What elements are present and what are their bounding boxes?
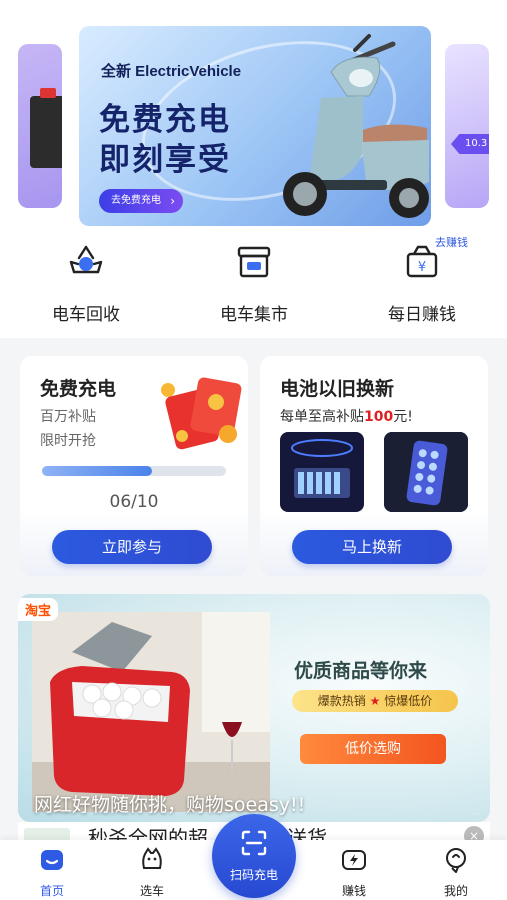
profile-icon — [446, 848, 466, 873]
scan-label: 扫码充电 — [229, 868, 278, 882]
ad-buy-button[interactable]: 低价选购 — [300, 734, 446, 764]
scan-charge-button[interactable]: 扫码充电 — [212, 814, 296, 898]
banner-next-tag: 10.3 — [451, 134, 489, 154]
free-charge-card[interactable]: 免费充电 百万补贴 限时开抢 06/10 立即参与 — [20, 356, 248, 576]
card-subtitle: 百万补贴 — [40, 409, 96, 425]
banner-headline-2: 即刻享受 — [99, 142, 231, 178]
entry-ev-recycle[interactable]: 电车回收 — [26, 242, 146, 325]
battery-product-image — [280, 432, 364, 512]
ad-pill-right: 惊爆低价 — [384, 694, 433, 708]
tab-label: 赚钱 — [341, 884, 366, 898]
ad-source-badge: 淘宝 — [18, 598, 59, 621]
ad-overlay-text: 网红好物随你挑，购物soeasy!! — [34, 794, 306, 816]
lightning-wallet-icon — [342, 850, 366, 870]
battery-trade-in-card[interactable]: 电池以旧换新 每单至高补贴100元! 马上换新 — [260, 356, 488, 576]
ice-maker-image — [32, 612, 270, 812]
banner-main-card[interactable]: 全新 ElectricVehicle 免费充电 即刻享受 去免费充电 — [79, 26, 431, 226]
card-title: 电池以旧换新 — [280, 378, 395, 400]
card-subtitle: 每单至高补贴100元! — [280, 406, 413, 426]
progress-text: 06/10 — [109, 492, 159, 512]
scooter-image — [283, 34, 429, 218]
tab-earn[interactable]: 赚钱 — [324, 846, 384, 899]
tab-mine[interactable]: 我的 — [426, 846, 486, 899]
entry-daily-earn[interactable]: ¥ 每日赚钱 — [362, 242, 482, 325]
battery-product-image — [384, 432, 468, 512]
tab-label: 我的 — [443, 884, 468, 898]
banner-prev-card[interactable] — [18, 44, 62, 208]
subsidy-prefix: 每单至高补贴 — [280, 409, 364, 425]
replace-now-button[interactable]: 马上换新 — [292, 530, 452, 564]
battery-image — [30, 88, 62, 168]
taobao-ad[interactable]: 淘宝 优质商品等你来 爆款热销 ★ 惊爆低价 低价选购 网红好物随你挑，购物so… — [18, 594, 490, 822]
star-icon: ★ — [369, 694, 381, 708]
banner-brand: 全新 ElectricVehicle — [101, 63, 242, 80]
ad-pill-left: 爆款热销 — [317, 694, 366, 708]
subsidy-suffix: 元! — [393, 409, 413, 425]
progress-bar — [42, 466, 226, 476]
scan-icon — [241, 830, 267, 856]
tab-label: 首页 — [39, 884, 64, 898]
banner-next-card[interactable]: 10.3 — [445, 44, 489, 208]
progress-fill — [42, 466, 153, 476]
tab-choose-car[interactable]: 选车 — [122, 846, 182, 899]
earn-tag[interactable]: 去赚钱 — [435, 234, 468, 250]
ad-disclaimer: ... — [473, 808, 480, 816]
recycle-icon — [69, 245, 103, 274]
entry-label: 每日赚钱 — [388, 305, 456, 325]
join-now-button[interactable]: 立即参与 — [52, 530, 212, 564]
subsidy-amount: 100 — [364, 409, 394, 425]
banner-cta-button[interactable]: 去免费充电 — [99, 189, 183, 213]
quick-entries: 电车回收 电车集市 ¥ 每日赚钱 去赚钱 — [0, 232, 507, 338]
home-icon — [41, 850, 63, 870]
tab-label: 选车 — [139, 884, 164, 898]
card-subtitle: 限时开抢 — [40, 433, 96, 449]
entry-ev-market[interactable]: 电车集市 — [194, 242, 314, 325]
entry-label: 电车回收 — [52, 305, 120, 325]
banner-carousel[interactable]: 全新 ElectricVehicle 免费充电 即刻享受 去免费充电 › 10.… — [0, 0, 507, 232]
banner-headline-1: 免费充电 — [99, 102, 231, 138]
entry-label: 电车集市 — [220, 305, 288, 325]
red-envelope-icon — [161, 377, 242, 450]
ad-headline: 优质商品等你来 — [294, 660, 428, 682]
ad-promo-pill: 爆款热销 ★ 惊爆低价 — [292, 690, 458, 712]
market-stall-icon — [237, 246, 271, 278]
mascot-icon — [142, 847, 162, 869]
svg-text:¥: ¥ — [418, 260, 426, 275]
card-title: 免费充电 — [40, 378, 117, 400]
tab-home[interactable]: 首页 — [22, 846, 82, 899]
